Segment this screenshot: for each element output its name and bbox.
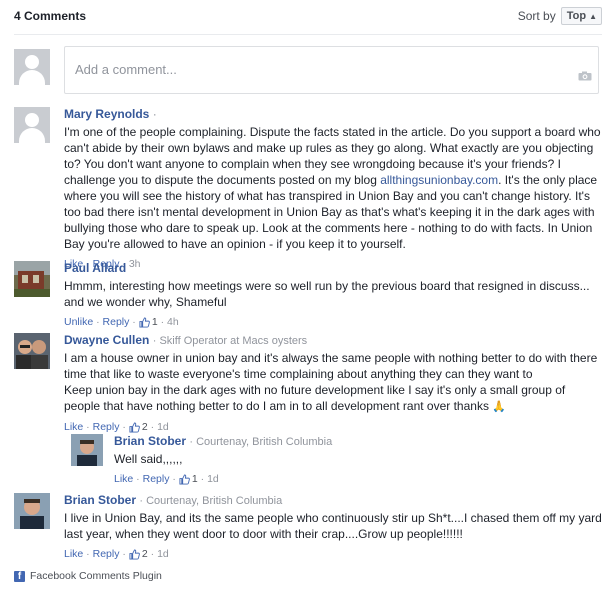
comment-text: Well said,,,,,, bbox=[114, 452, 183, 466]
like-count[interactable]: 1 bbox=[192, 473, 198, 485]
comment-time[interactable]: 1d bbox=[157, 548, 169, 560]
comment-text: Hmmm, interesting how meetings were so w… bbox=[64, 279, 590, 309]
comment-time[interactable]: 4h bbox=[167, 316, 179, 328]
thumbs-up-icon bbox=[129, 421, 140, 433]
like-link[interactable]: Like bbox=[64, 548, 83, 560]
avatar bbox=[14, 261, 50, 297]
avatar bbox=[14, 493, 50, 529]
comments-header: 4 Comments Sort by Top ▲︎ bbox=[14, 0, 602, 35]
avatar bbox=[71, 434, 103, 466]
comment-input-placeholder: Add a comment... bbox=[75, 62, 177, 77]
avatar bbox=[14, 333, 50, 369]
reply-link[interactable]: Reply bbox=[93, 548, 120, 560]
blog-link[interactable]: allthingsunionbay.com bbox=[380, 173, 498, 187]
comment-author[interactable]: Brian Stober bbox=[114, 434, 186, 448]
sort-value: Top bbox=[566, 10, 587, 22]
unlike-link[interactable]: Unlike bbox=[64, 316, 93, 328]
comment-text: I am a house owner in union bay and it's… bbox=[64, 351, 598, 413]
thumbs-up-icon bbox=[179, 473, 190, 485]
compose-area: Add a comment... bbox=[14, 46, 601, 94]
comment-author[interactable]: Dwayne Cullen bbox=[64, 333, 149, 347]
reply-link[interactable]: Reply bbox=[143, 473, 170, 485]
comment-actions: Unlike · Reply · 1 · 4h bbox=[64, 316, 179, 328]
plugin-footer[interactable]: f Facebook Comments Plugin bbox=[14, 570, 162, 582]
sort-caret-icon: ▲︎ bbox=[589, 11, 597, 21]
sort-label: Sort by bbox=[517, 9, 556, 23]
comment-author[interactable]: Mary Reynolds bbox=[64, 107, 149, 121]
like-link[interactable]: Like bbox=[114, 473, 133, 485]
avatar bbox=[14, 107, 50, 143]
comment-author[interactable]: Paul Allard bbox=[64, 261, 126, 275]
avatar bbox=[14, 49, 50, 85]
like-count[interactable]: 2 bbox=[142, 421, 148, 433]
like-count[interactable]: 1 bbox=[152, 316, 158, 328]
comment-actions: Like · Reply · 2 · 1d bbox=[64, 421, 169, 433]
comment-text: I live in Union Bay, and its the same pe… bbox=[64, 511, 602, 541]
author-description: · Skiff Operator at Macs oysters bbox=[152, 335, 308, 347]
separator: · bbox=[152, 107, 157, 121]
comment-count: 4 Comments bbox=[14, 9, 87, 23]
comments-plugin: 4 Comments Sort by Top ▲︎ Add a comment.… bbox=[0, 0, 615, 595]
thumbs-up-icon bbox=[139, 316, 150, 328]
comment-text: I'm one of the people complaining. Dispu… bbox=[64, 125, 601, 251]
comment-time[interactable]: 1d bbox=[207, 473, 219, 485]
comment-actions: Like · Reply · 1 · 1d bbox=[114, 473, 219, 485]
reply-link[interactable]: Reply bbox=[93, 421, 120, 433]
like-link[interactable]: Like bbox=[64, 421, 83, 433]
facebook-icon: f bbox=[14, 570, 25, 582]
author-description: · Courtenay, British Columbia bbox=[189, 436, 333, 448]
footer-label[interactable]: Facebook Comments Plugin bbox=[30, 570, 162, 582]
camera-icon[interactable] bbox=[578, 71, 592, 81]
comment-input[interactable]: Add a comment... bbox=[64, 46, 599, 94]
comment-author[interactable]: Brian Stober bbox=[64, 493, 136, 507]
thumbs-up-icon bbox=[129, 548, 140, 560]
author-description: · Courtenay, British Columbia bbox=[139, 495, 283, 507]
praying-hands-icon: 🙏 bbox=[492, 401, 506, 413]
sort-select[interactable]: Top ▲︎ bbox=[560, 7, 602, 25]
reply-link[interactable]: Reply bbox=[103, 316, 130, 328]
comment-time[interactable]: 1d bbox=[157, 421, 169, 433]
like-count[interactable]: 2 bbox=[142, 548, 148, 560]
comment-actions: Like · Reply · 2 · 1d bbox=[64, 548, 169, 560]
sort-control: Sort by Top ▲︎ bbox=[518, 7, 602, 25]
